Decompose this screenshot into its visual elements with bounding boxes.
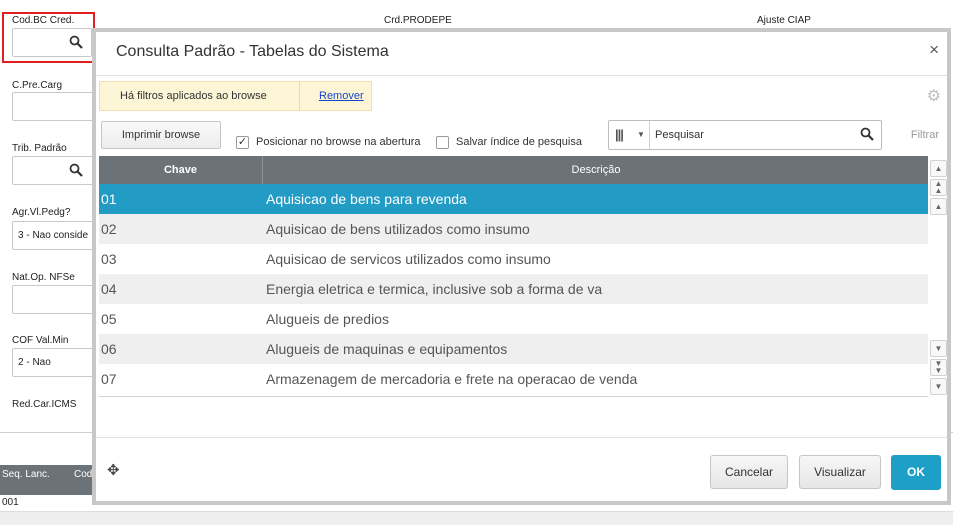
cod-bc-cred-field[interactable] bbox=[12, 28, 92, 57]
field-label-nat-op-nfse: Nat.Op. NFSe bbox=[12, 272, 75, 283]
view-button[interactable]: Visualizar bbox=[799, 455, 881, 489]
column-header-chave[interactable]: Chave bbox=[99, 156, 263, 184]
position-browse-checkbox[interactable]: ✓ bbox=[236, 136, 249, 149]
footer-separator bbox=[96, 437, 947, 438]
c-pre-carg-field[interactable] bbox=[12, 92, 94, 121]
field-label-agr-vl-pedg: Agr.Vl.Pedg? bbox=[12, 207, 71, 218]
field-label-crd-prodepe: Crd.PRODEPE bbox=[384, 15, 452, 26]
table-row[interactable]: 04 Energia eletrica e termica, inclusive… bbox=[99, 274, 928, 304]
print-browse-button[interactable]: Imprimir browse bbox=[101, 121, 221, 149]
scroll-up-icon[interactable]: ▲ bbox=[930, 198, 947, 215]
close-icon[interactable]: × bbox=[929, 40, 939, 60]
field-label-red-car-icms: Red.Car.ICMS bbox=[12, 399, 77, 410]
scroll-page-up-icon[interactable]: ▲ ▲ bbox=[930, 179, 947, 196]
gear-icon[interactable]: ⚙ bbox=[927, 86, 941, 106]
grid-col-seq-lanc: Seq. Lanc. bbox=[2, 469, 50, 480]
table-row[interactable]: 05 Alugueis de predios bbox=[99, 304, 928, 334]
cancel-button[interactable]: Cancelar bbox=[710, 455, 788, 489]
scroll-down-icon[interactable]: ▼ bbox=[930, 340, 947, 357]
grid-cell-seq: 001 bbox=[2, 497, 19, 508]
save-index-label: Salvar índice de pesquisa bbox=[456, 136, 582, 148]
filter-notice-separator bbox=[299, 82, 300, 110]
table-header: Chave Descrição bbox=[99, 156, 928, 184]
chevron-down-icon: ▼ bbox=[637, 130, 645, 139]
search-icon[interactable] bbox=[860, 127, 874, 144]
column-selector[interactable]: ||| ▼ bbox=[609, 121, 650, 149]
position-browse-label: Posicionar no browse na abertura bbox=[256, 136, 421, 148]
bottom-strip bbox=[0, 512, 953, 525]
field-label-ajuste-ciap: Ajuste CIAP bbox=[757, 15, 811, 26]
row-description: Alugueis de maquinas e equipamentos bbox=[266, 341, 508, 357]
row-key: 04 bbox=[101, 281, 117, 297]
row-key: 03 bbox=[101, 251, 117, 267]
row-key: 07 bbox=[101, 371, 117, 387]
row-description: Energia eletrica e termica, inclusive so… bbox=[266, 281, 603, 297]
agr-vl-pedg-select[interactable]: 3 - Nao conside bbox=[12, 221, 94, 250]
row-key: 06 bbox=[101, 341, 117, 357]
table-row[interactable]: 07 Armazenagem de mercadoria e frete na … bbox=[99, 364, 928, 394]
field-label-cof-val-min: COF Val.Min bbox=[12, 335, 69, 346]
row-description: Aquisicao de bens para revenda bbox=[266, 191, 467, 207]
filter-button[interactable]: Filtrar bbox=[911, 129, 939, 141]
row-key: 02 bbox=[101, 221, 117, 237]
cof-val-min-select[interactable]: 2 - Nao bbox=[12, 348, 94, 377]
results-table: Chave Descrição 01 Aquisicao de bens par… bbox=[99, 156, 928, 396]
search-box: ||| ▼ Pesquisar bbox=[608, 120, 882, 150]
row-key: 01 bbox=[101, 191, 117, 207]
table-row[interactable]: 01 Aquisicao de bens para revenda bbox=[99, 184, 928, 214]
field-label-cod-bc-cred: Cod.BC Cred. bbox=[12, 15, 75, 26]
dialog-title: Consulta Padrão - Tabelas do Sistema bbox=[116, 43, 389, 60]
row-key: 05 bbox=[101, 311, 117, 327]
move-icon[interactable]: ✥ bbox=[107, 461, 120, 479]
grid-col-cod: Cod bbox=[74, 469, 93, 480]
scroll-top-icon[interactable]: ▲ bbox=[930, 160, 947, 177]
field-label-trib-padrao: Trib. Padrão bbox=[12, 143, 67, 154]
remove-filter-link[interactable]: Remover bbox=[319, 90, 364, 102]
filter-notice: Há filtros aplicados ao browse Remover bbox=[99, 81, 372, 111]
table-bottom-border bbox=[99, 396, 928, 397]
row-description: Armazenagem de mercadoria e frete na ope… bbox=[266, 371, 638, 387]
save-index-checkbox[interactable] bbox=[436, 136, 449, 149]
nat-op-nfse-field[interactable] bbox=[12, 285, 94, 314]
row-description: Alugueis de predios bbox=[266, 311, 389, 327]
trib-padrao-field[interactable] bbox=[12, 156, 94, 185]
table-scrollbar[interactable]: ▲ ▲ ▲ ▲ ▼ ▼ ▼ ▼ bbox=[930, 156, 947, 396]
field-label-c-pre-carg: C.Pre.Carg bbox=[12, 80, 63, 91]
table-row[interactable]: 06 Alugueis de maquinas e equipamentos bbox=[99, 334, 928, 364]
row-description: Aquisicao de bens utilizados como insumo bbox=[266, 221, 530, 237]
scroll-bottom-icon[interactable]: ▼ bbox=[930, 378, 947, 395]
consulta-padrao-dialog: Consulta Padrão - Tabelas do Sistema × H… bbox=[92, 28, 951, 505]
column-header-descricao[interactable]: Descrição bbox=[264, 156, 928, 184]
scroll-page-down-icon[interactable]: ▼ ▼ bbox=[930, 359, 947, 376]
search-icon[interactable] bbox=[69, 35, 83, 52]
ok-button[interactable]: OK bbox=[891, 455, 941, 490]
columns-icon: ||| bbox=[615, 127, 624, 142]
search-icon[interactable] bbox=[69, 163, 83, 180]
filter-notice-text: Há filtros aplicados ao browse bbox=[120, 90, 267, 102]
title-separator bbox=[96, 75, 947, 76]
table-row[interactable]: 02 Aquisicao de bens utilizados como ins… bbox=[99, 214, 928, 244]
search-input[interactable]: Pesquisar bbox=[655, 129, 704, 141]
row-description: Aquisicao de servicos utilizados como in… bbox=[266, 251, 551, 267]
table-row[interactable]: 03 Aquisicao de servicos utilizados como… bbox=[99, 244, 928, 274]
